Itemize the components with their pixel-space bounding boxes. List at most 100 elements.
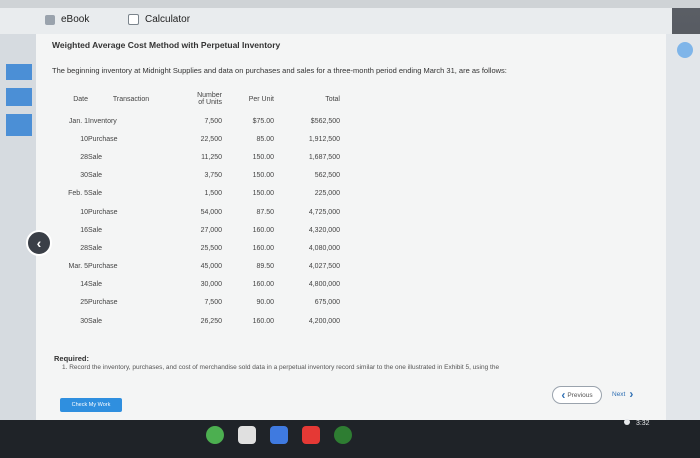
cell-total: 4,320,000 [308, 226, 340, 234]
table-row: 28 Sale 11,250 150.00 1,687,500 [54, 148, 340, 166]
cell-date: 30 [80, 172, 88, 180]
cell-per-unit: 160.00 [252, 317, 274, 325]
cell-date: Jan. 1 [68, 117, 88, 125]
cell-total: 4,200,000 [308, 317, 340, 325]
cell-date: 16 [80, 226, 88, 234]
cell-units: 22,500 [200, 135, 222, 143]
intro-text: The beginning inventory at Midnight Supp… [52, 66, 507, 75]
cell-per-unit: 160.00 [252, 226, 274, 234]
previous-button[interactable]: ‹ Previous [552, 386, 602, 404]
cell-per-unit: 160.00 [252, 281, 274, 289]
help-icon[interactable] [677, 42, 693, 58]
cell-per-unit: 150.00 [252, 172, 274, 180]
chrome-icon[interactable] [206, 426, 224, 444]
clock: 3:32 [635, 420, 650, 427]
cell-transaction: Sale [88, 317, 103, 325]
cell-transaction: Sale [88, 190, 103, 198]
cell-total: 562,500 [314, 172, 340, 180]
tab-calculator[interactable]: Calculator [128, 14, 190, 25]
page-title: Weighted Average Cost Method with Perpet… [52, 40, 281, 50]
cell-transaction: Sale [88, 172, 103, 180]
cell-units: 27,000 [200, 226, 222, 234]
sidebar-block[interactable] [6, 88, 32, 106]
cell-date: Mar. 5 [68, 263, 88, 271]
cell-date: 10 [80, 135, 88, 143]
table-row: Jan. 1 Inventory 7,500 $75.00 $562,500 [54, 112, 340, 130]
chevron-right-icon: › [629, 387, 634, 401]
cell-units: 30,000 [200, 281, 222, 289]
cell-units: 1,500 [204, 190, 222, 198]
cell-per-unit: 150.00 [252, 190, 274, 198]
table-header-row: Date Transaction Number of Units Per Uni… [54, 86, 340, 112]
cell-per-unit: 90.00 [256, 299, 274, 307]
cell-transaction: Sale [88, 244, 103, 252]
header-number-of-units: Number of Units [174, 86, 222, 112]
status-icon [624, 419, 630, 425]
header-number-line1: Number [197, 92, 222, 99]
required-heading: Required: [54, 354, 90, 363]
tab-ebook[interactable]: eBook [45, 14, 89, 25]
cell-transaction: Inventory [88, 117, 117, 125]
youtube-icon[interactable] [302, 426, 320, 444]
next-label: Next [612, 390, 626, 398]
chevron-left-icon: ‹ [561, 388, 566, 402]
table-row: 30 Sale 26,250 160.00 4,200,000 [54, 312, 340, 330]
gmail-icon[interactable] [238, 426, 256, 444]
cell-units: 7,500 [204, 299, 222, 307]
check-my-work-button[interactable]: Check My Work [60, 398, 122, 412]
table-row: 14 Sale 30,000 160.00 4,800,000 [54, 276, 340, 294]
cell-per-unit: 85.00 [256, 135, 274, 143]
cell-units: 54,000 [200, 208, 222, 216]
sidebar-block[interactable] [6, 64, 32, 80]
cell-total: $562,500 [310, 117, 340, 125]
required-item-1: 1. Record the inventory, purchases, and … [62, 364, 500, 371]
header-total: Total [325, 95, 340, 103]
cell-per-unit: $75.00 [252, 117, 274, 125]
tab-bar: eBook Calculator [0, 8, 672, 35]
next-button[interactable]: Next › [612, 386, 648, 402]
cell-units: 45,000 [200, 263, 222, 271]
cell-transaction: Purchase [88, 208, 118, 216]
cell-per-unit: 87.50 [256, 208, 274, 216]
cell-total: 4,027,500 [308, 263, 340, 271]
inventory-table: Date Transaction Number of Units Per Uni… [54, 86, 340, 330]
table-row: Mar. 5 Purchase 45,000 89.50 4,027,500 [54, 258, 340, 276]
header-per-unit: Per Unit [248, 95, 274, 103]
table-row: 30 Sale 3,750 150.00 562,500 [54, 167, 340, 185]
cell-date: 30 [80, 317, 88, 325]
cell-units: 7,500 [204, 117, 222, 125]
table-row: Feb. 5 Sale 1,500 150.00 225,000 [54, 185, 340, 203]
table-row: 25 Purchase 7,500 90.00 675,000 [54, 294, 340, 312]
header-date: Date [73, 95, 88, 103]
back-arrow-icon[interactable]: ‹ [26, 230, 52, 256]
cell-total: 1,687,500 [308, 153, 340, 161]
cell-date: 28 [80, 153, 88, 161]
docs-icon[interactable] [270, 426, 288, 444]
tab-calculator-label: Calculator [145, 14, 191, 25]
cell-units: 25,500 [200, 244, 222, 252]
cell-transaction: Purchase [88, 135, 118, 143]
cell-date: 25 [80, 299, 88, 307]
cell-total: 4,725,000 [308, 208, 340, 216]
cell-per-unit: 89.50 [256, 263, 274, 271]
cell-transaction: Sale [88, 226, 103, 234]
cell-date: 14 [80, 281, 88, 289]
cell-transaction: Sale [88, 153, 103, 161]
sidebar-block[interactable] [6, 114, 32, 136]
cell-date: Feb. 5 [68, 190, 88, 198]
cell-date: 10 [80, 208, 88, 216]
cell-transaction: Purchase [88, 299, 118, 307]
cell-total: 225,000 [314, 190, 340, 198]
main-content: Weighted Average Cost Method with Perpet… [36, 34, 666, 426]
cell-total: 4,080,000 [308, 244, 340, 252]
status-area[interactable]: 3:32 [624, 419, 650, 427]
cell-date: 28 [80, 244, 88, 252]
right-sidebar [666, 34, 700, 426]
cell-total: 675,000 [314, 299, 340, 307]
header-number-line2: of Units [198, 99, 222, 106]
browser-top-strip [0, 0, 700, 8]
play-store-icon[interactable] [334, 426, 352, 444]
cell-total: 1,912,500 [308, 135, 340, 143]
cell-per-unit: 160.00 [252, 244, 274, 252]
left-sidebar [0, 34, 36, 426]
